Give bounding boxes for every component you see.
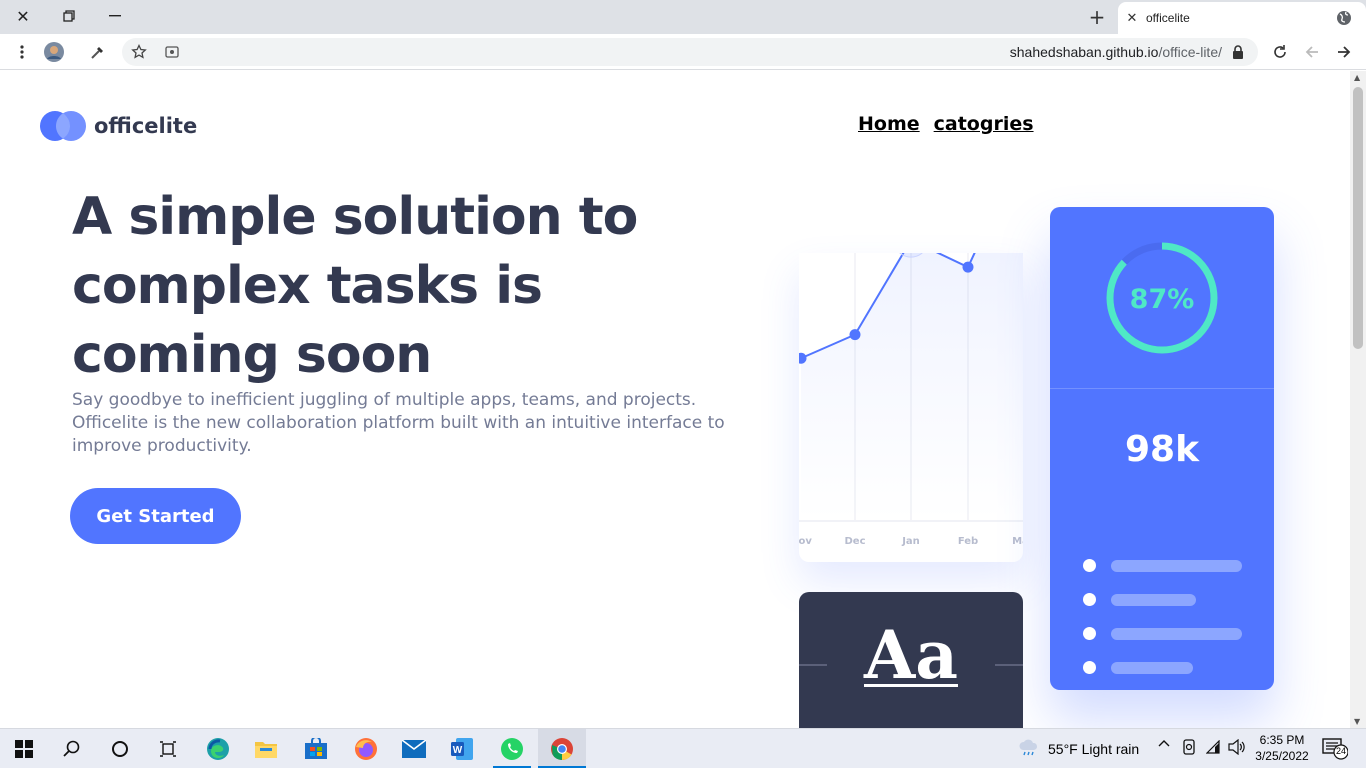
- scroll-down-arrow-icon[interactable]: ▼: [1354, 717, 1360, 726]
- line-chart: Nov Dec Jan Feb Mar: [799, 253, 1023, 547]
- svg-text:W: W: [453, 745, 463, 756]
- stat-bullet: [1083, 661, 1096, 674]
- chart-month-label: Mar: [1012, 536, 1023, 547]
- progress-ring: 87%: [1106, 242, 1218, 354]
- chart-month-label: Nov: [799, 536, 812, 547]
- stat-bar: [1111, 560, 1242, 572]
- system-clock[interactable]: 6:35 PM 3/25/2022: [1250, 732, 1314, 764]
- address-bar[interactable]: shahedshaban.github.io/office-lite/: [122, 38, 1258, 66]
- chart-month-label: Dec: [844, 536, 865, 547]
- chart-point-feb: [962, 261, 974, 273]
- edge-icon[interactable]: [204, 735, 232, 763]
- url-text: shahedshaban.github.io/office-lite/: [1010, 44, 1222, 60]
- chart-month-label: Jan: [901, 536, 920, 547]
- browser-toolbar: shahedshaban.github.io/office-lite/: [0, 34, 1366, 70]
- site-info-icon[interactable]: [160, 40, 184, 64]
- logo-circles-icon: [40, 111, 86, 141]
- page-viewport: officelite Home catogries A simple solut…: [0, 71, 1350, 728]
- hero-title: A simple solution to complex tasks is co…: [72, 187, 638, 385]
- chart-point-dec: [849, 329, 861, 341]
- cortana-icon[interactable]: [106, 735, 134, 763]
- main-nav: Home catogries: [858, 113, 1034, 135]
- lock-icon[interactable]: [1232, 44, 1246, 60]
- stats-illustration-card: 87% 98k: [1050, 207, 1274, 690]
- reload-icon[interactable]: [1268, 40, 1292, 64]
- stat-bar: [1111, 594, 1196, 606]
- search-icon[interactable]: [58, 735, 86, 763]
- nav-home-link[interactable]: Home: [858, 113, 920, 135]
- eyedropper-extension-icon[interactable]: [86, 40, 110, 64]
- windows-start-icon[interactable]: [10, 735, 38, 763]
- chart-illustration-card: Nov Dec Jan Feb Mar: [799, 253, 1023, 562]
- mail-icon[interactable]: [400, 735, 428, 763]
- stats-divider: [1050, 388, 1274, 389]
- whatsapp-icon[interactable]: [498, 735, 526, 763]
- browser-tab[interactable]: ✕ officelite: [1118, 2, 1366, 34]
- hero-description: Say goodbye to inefficient juggling of m…: [72, 390, 725, 456]
- back-arrow-icon[interactable]: [1300, 40, 1324, 64]
- windows-taskbar: W 55°F Light rain 6:35 PM 3/25/2022 24: [0, 728, 1366, 768]
- scroll-up-arrow-icon[interactable]: ▲: [1354, 73, 1360, 82]
- chart-area-fill: [801, 253, 1023, 520]
- type-sample: Aa: [864, 616, 958, 694]
- stat-bar: [1111, 662, 1193, 674]
- browser-tab-bar: ✕ + ✕ officelite: [0, 0, 1366, 34]
- profile-avatar[interactable]: [42, 40, 66, 64]
- tab-close-icon[interactable]: ✕: [1118, 11, 1146, 26]
- task-view-icon[interactable]: [154, 735, 182, 763]
- stat-bullet: [1083, 559, 1096, 572]
- store-icon[interactable]: [302, 735, 330, 763]
- site-logo[interactable]: officelite: [40, 111, 197, 141]
- weather-text[interactable]: 55°F Light rain: [1048, 741, 1139, 757]
- menu-kebab-icon[interactable]: [10, 40, 34, 64]
- nav-categories-link[interactable]: catogries: [934, 113, 1034, 135]
- tab-title: officelite: [1146, 11, 1190, 25]
- stat-bullet: [1083, 593, 1096, 606]
- chart-month-label: Feb: [958, 536, 978, 547]
- stat-bar: [1111, 628, 1242, 640]
- typography-illustration-card: Aa: [799, 592, 1023, 728]
- clock-time: 6:35 PM: [1259, 733, 1305, 747]
- close-window-icon[interactable]: ✕: [0, 0, 46, 32]
- show-hidden-icons-icon[interactable]: [1158, 737, 1170, 753]
- bookmark-star-icon[interactable]: [127, 40, 151, 64]
- weather-rain-icon[interactable]: [1018, 739, 1040, 761]
- url-path: /office-lite/: [1158, 44, 1222, 60]
- new-tab-button[interactable]: +: [1084, 4, 1110, 30]
- minimize-window-icon[interactable]: [92, 0, 138, 32]
- volume-icon[interactable]: [1228, 738, 1246, 759]
- clock-date: 3/25/2022: [1255, 749, 1309, 763]
- word-icon[interactable]: W: [448, 735, 476, 763]
- stat-bullet: [1083, 627, 1096, 640]
- restore-window-icon[interactable]: [46, 0, 92, 32]
- logo-text: officelite: [94, 114, 198, 138]
- notification-count: 24: [1335, 746, 1346, 756]
- wifi-icon[interactable]: [1205, 739, 1222, 758]
- chrome-icon[interactable]: [548, 735, 576, 763]
- file-explorer-icon[interactable]: [252, 735, 280, 763]
- page-scrollbar[interactable]: ▲ ▼: [1350, 71, 1366, 728]
- scrollbar-thumb[interactable]: [1353, 87, 1363, 349]
- forward-arrow-icon[interactable]: [1332, 40, 1356, 64]
- url-host: shahedshaban.github.io: [1009, 44, 1159, 60]
- get-started-button[interactable]: Get Started: [70, 488, 241, 544]
- device-icon[interactable]: [1182, 739, 1196, 759]
- notification-center-icon[interactable]: 24: [1322, 737, 1349, 765]
- globe-icon[interactable]: [1336, 10, 1352, 30]
- stat-value: 98k: [1124, 429, 1200, 470]
- firefox-icon[interactable]: [352, 735, 380, 763]
- progress-ring-label: 87%: [1130, 284, 1195, 315]
